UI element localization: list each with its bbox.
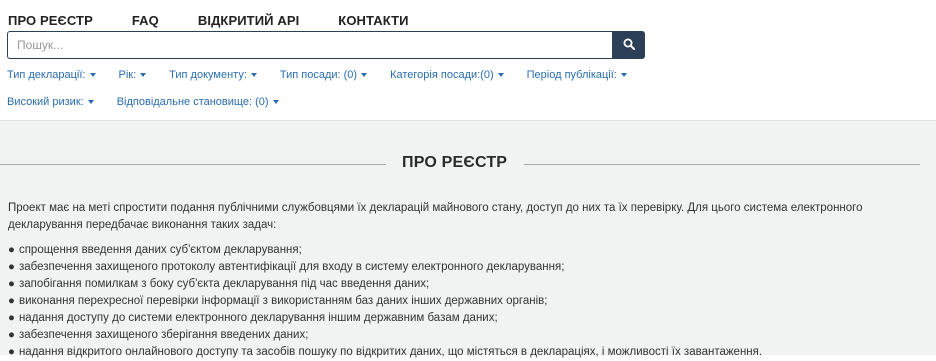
list-item-text: запобігання помилкам з боку суб'єкта дек… <box>18 278 430 290</box>
filter-label: Відповідальне становище: (0) <box>116 96 269 108</box>
filter-position-type[interactable]: Тип посади: (0) <box>279 69 368 81</box>
list-item-text: надання доступу до системи електронного … <box>18 312 498 324</box>
bullet: ● <box>8 346 15 358</box>
filter-year[interactable]: Рік: <box>119 69 147 81</box>
nav-about-registry[interactable]: ПРО РЕЄСТР <box>8 13 93 28</box>
filter-label: Рік: <box>118 69 137 81</box>
divider-right <box>524 164 920 165</box>
bullet: ● <box>8 278 15 290</box>
list-item-text: надання відкритого онлайнового доступу т… <box>18 346 763 358</box>
search-button[interactable] <box>612 31 645 59</box>
nav-faq[interactable]: FAQ <box>132 13 159 28</box>
caret-down-icon <box>620 73 627 78</box>
search-input[interactable] <box>7 31 612 59</box>
caret-down-icon <box>272 100 279 105</box>
list-item-text: забезпечення захищеного протоколу автент… <box>18 261 565 273</box>
bullet: ● <box>8 295 15 307</box>
filter-document-type[interactable]: Тип документу: <box>169 69 257 81</box>
caret-down-icon <box>89 73 96 78</box>
filter-label: Високий ризик: <box>7 96 84 108</box>
list-item-text: виконання перехресної перевірки інформац… <box>18 295 548 307</box>
main-nav: ПРО РЕЄСТР FAQ ВІДКРИТИЙ API КОНТАКТИ <box>8 13 448 28</box>
search-bar <box>7 31 645 59</box>
list-item: ● забезпечення захищеного зберігання введ… <box>8 327 928 344</box>
filter-label: Період публікації: <box>526 69 617 81</box>
bullet: ● <box>8 312 15 324</box>
filter-publication-period[interactable]: Період публікації: <box>527 69 627 81</box>
page-title: ПРО РЕЄСТР <box>402 154 508 171</box>
bullet: ● <box>8 261 15 273</box>
list-item: ● запобігання помилкам з боку суб'єкта де… <box>8 276 928 293</box>
list-item-text: спрощення введення даних суб'єктом декла… <box>18 244 302 256</box>
header: ПРО РЕЄСТР FAQ ВІДКРИТИЙ API КОНТАКТИ Ти… <box>0 0 936 120</box>
filter-label: Тип декларації: <box>7 69 86 81</box>
filter-declaration-type[interactable]: Тип декларації: <box>7 69 96 81</box>
filter-label: Категорія посади:(0) <box>390 69 494 81</box>
filter-label: Тип документу: <box>169 69 247 81</box>
intro-paragraph: Проект має на меті спростити подання пуб… <box>8 202 863 231</box>
filter-position-category[interactable]: Категорія посади:(0) <box>390 69 504 81</box>
caret-down-icon <box>250 73 257 78</box>
caret-down-icon <box>361 73 368 78</box>
filters-row-1: Тип декларації: Рік: Тип документу: Тип … <box>7 69 650 81</box>
list-item: ● спрощення введення даних суб'єктом декл… <box>8 242 928 259</box>
list-item: ● надання доступу до системи електронного… <box>8 310 928 327</box>
section-heading: ПРО РЕЄСТР <box>0 154 920 174</box>
list-item: ● забезпечення захищеного протоколу автен… <box>8 259 928 276</box>
caret-down-icon <box>87 100 94 105</box>
bullet: ● <box>8 329 15 341</box>
list-item: ● надання відкритого онлайнового доступу … <box>8 344 928 361</box>
caret-down-icon <box>140 73 147 78</box>
filter-label: Тип посади: (0) <box>279 69 358 81</box>
nav-contacts[interactable]: КОНТАКТИ <box>338 13 408 28</box>
nav-open-api[interactable]: ВІДКРИТИЙ API <box>198 13 299 28</box>
divider-left <box>0 164 386 165</box>
content-area: ПРО РЕЄСТР Проект має на меті спростити … <box>0 120 936 358</box>
list-item: ● виконання перехресної перевірки інформа… <box>8 293 928 310</box>
filters-row-2: Високий ризик: Відповідальне становище: … <box>7 96 302 108</box>
filter-high-risk[interactable]: Високий ризик: <box>7 96 94 108</box>
search-icon <box>623 38 635 53</box>
filter-responsible-position[interactable]: Відповідальне становище: (0) <box>117 96 279 108</box>
task-list: ● спрощення введення даних суб'єктом декл… <box>8 242 928 361</box>
caret-down-icon <box>497 73 504 78</box>
bullet: ● <box>8 244 15 256</box>
list-item-text: забезпечення захищеного зберігання введе… <box>18 329 309 341</box>
